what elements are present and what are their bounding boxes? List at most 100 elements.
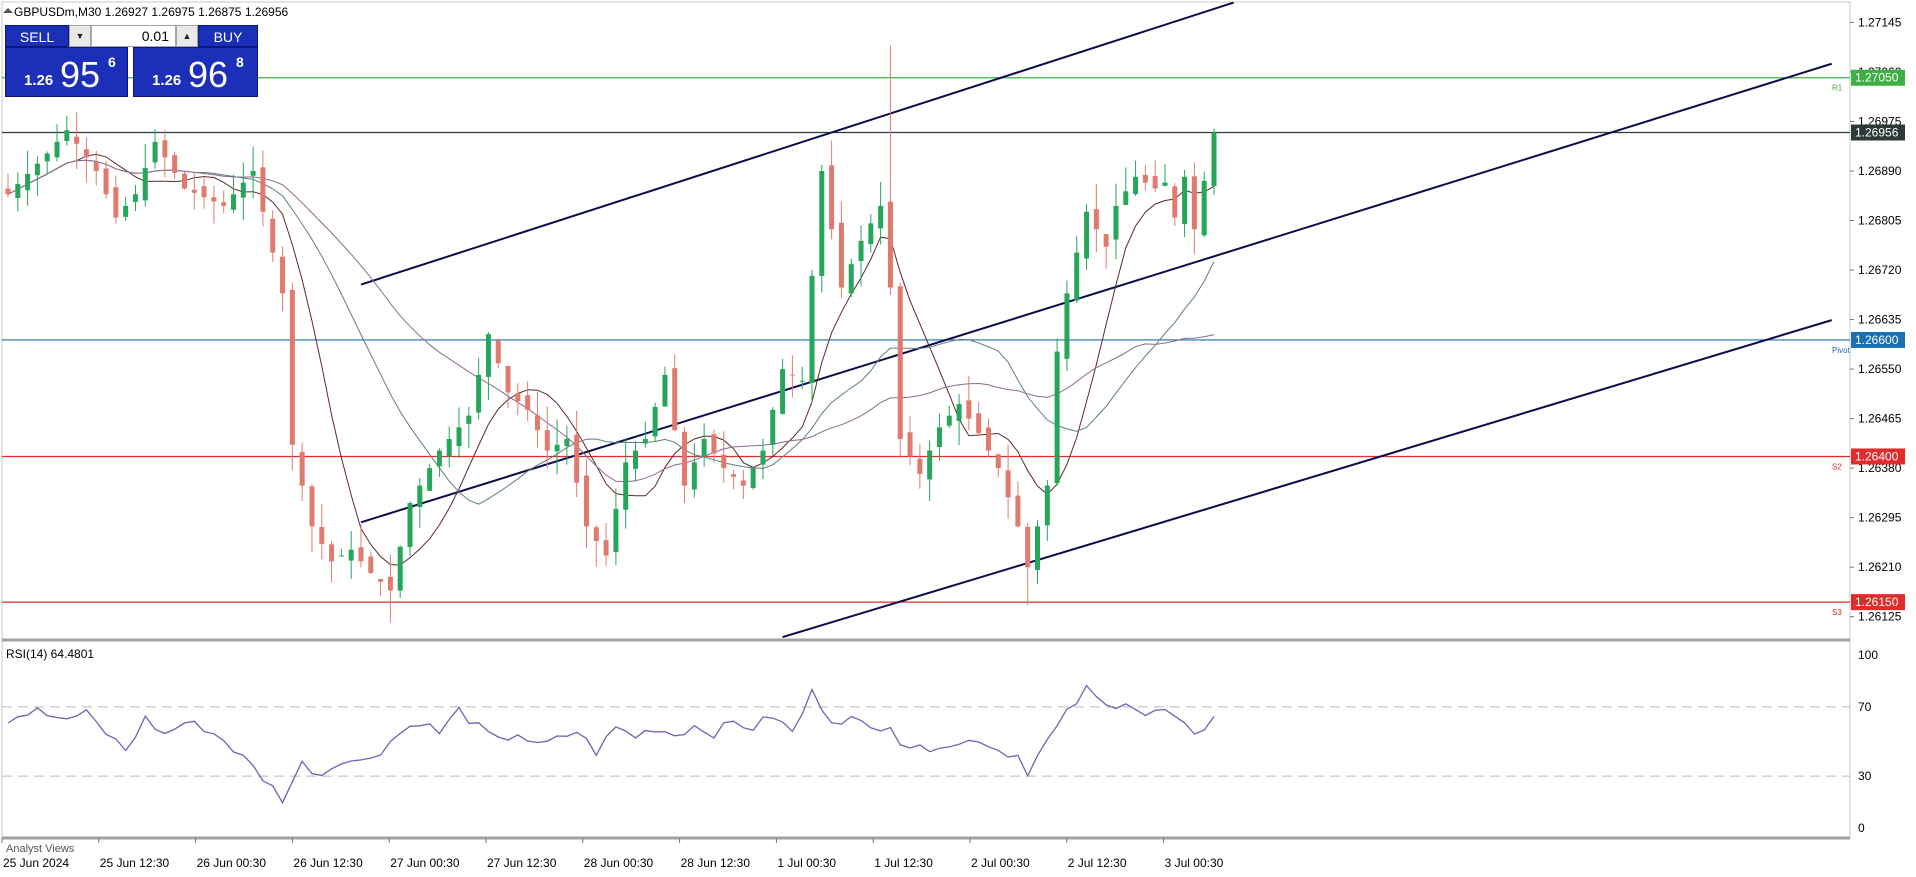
candle-body <box>995 454 1001 469</box>
buy-price-pip: 8 <box>236 54 244 70</box>
candle-body <box>1133 176 1139 195</box>
time-tick-label: 25 Jun 2024 <box>3 856 69 870</box>
candle-body <box>623 462 629 510</box>
price-tick-label: 1.26210 <box>1858 560 1902 574</box>
candle-body <box>221 202 227 206</box>
candle-body <box>1152 176 1158 189</box>
buy-button[interactable]: BUY <box>198 25 258 47</box>
candle-body <box>603 540 609 556</box>
candle-body <box>132 194 138 202</box>
candle-body <box>397 546 403 591</box>
candle-body <box>868 223 874 245</box>
candle-body <box>505 366 511 393</box>
candle-body <box>1005 470 1011 498</box>
candle-body <box>574 434 580 483</box>
time-tick-label: 26 Jun 00:30 <box>197 856 267 870</box>
level-name-s2: S2 <box>1832 462 1842 471</box>
candle-body <box>250 170 256 176</box>
sell-price-pip: 6 <box>108 54 116 70</box>
candle-body <box>711 434 717 454</box>
candle-body <box>789 374 795 376</box>
candle-body <box>1025 526 1031 568</box>
price-tick-label: 1.26550 <box>1858 362 1902 376</box>
trading-chart[interactable]: 1.271451.270601.269751.268901.268051.267… <box>0 0 1916 874</box>
caret-up-icon: ▲ <box>182 31 192 41</box>
candle-body <box>34 163 40 176</box>
candle-body <box>848 264 854 294</box>
candle-body <box>387 576 393 591</box>
candle-body <box>593 527 599 541</box>
candle-body <box>1172 186 1178 218</box>
level-price-s2: 1.26400 <box>1855 449 1899 463</box>
candle-body <box>1103 234 1109 247</box>
candle-body <box>1015 495 1021 527</box>
time-tick-label: 28 Jun 12:30 <box>681 856 751 870</box>
candle-body <box>5 188 11 195</box>
candle-body <box>682 431 688 486</box>
candle-body <box>1182 176 1188 225</box>
sell-button[interactable]: SELL <box>5 25 69 47</box>
candle-body <box>652 406 658 437</box>
candle-body <box>691 462 697 490</box>
candle-body <box>436 450 442 467</box>
candle-body <box>1054 351 1060 484</box>
analyst-views-tab[interactable]: Analyst Views <box>6 843 75 855</box>
candle-body <box>564 438 570 447</box>
level-name-pivot: Pivot <box>1832 346 1851 355</box>
candle-body <box>897 286 903 439</box>
rsi-tick-label: 0 <box>1858 821 1865 835</box>
buy-price-button[interactable]: 1.26 96 8 <box>133 47 258 97</box>
candle-body <box>309 486 315 527</box>
candle-body <box>1044 485 1050 526</box>
buy-price-prefix: 1.26 <box>152 72 182 89</box>
time-tick-label: 1 Jul 00:30 <box>777 856 836 870</box>
price-tick-label: 1.26805 <box>1858 213 1902 227</box>
candle-body <box>583 475 589 527</box>
candle-body <box>701 438 707 457</box>
candle-body <box>427 468 433 491</box>
candle-body <box>495 340 501 364</box>
candle-body <box>348 549 354 561</box>
price-tick-label: 1.26125 <box>1858 610 1902 624</box>
chart-svg[interactable]: 1.271451.270601.269751.268901.268051.267… <box>0 0 1916 874</box>
candle-body <box>211 197 217 202</box>
candle-body <box>181 173 187 189</box>
candle-body <box>113 187 119 218</box>
candle-body <box>123 205 129 217</box>
candle-body <box>485 334 491 377</box>
candle-body <box>1211 132 1217 187</box>
candle-body <box>1201 180 1207 236</box>
candle-body <box>93 161 99 171</box>
lot-decrease-button[interactable]: ▼ <box>69 25 91 47</box>
sell-price-button[interactable]: 1.26 95 6 <box>5 47 128 97</box>
candle-body <box>819 170 825 276</box>
level-name-s3: S3 <box>1832 608 1842 617</box>
candle-body <box>456 427 462 447</box>
candle-body <box>515 393 521 402</box>
candle-body <box>1162 182 1168 186</box>
candle-body <box>1035 526 1041 570</box>
lot-size-input[interactable] <box>91 25 176 47</box>
caret-down-icon: ▼ <box>75 31 85 41</box>
price-tick-label: 1.26720 <box>1858 263 1902 277</box>
candle-body <box>44 153 50 162</box>
candle-body <box>103 168 109 195</box>
time-tick-label: 27 Jun 12:30 <box>487 856 557 870</box>
candle-body <box>74 136 80 144</box>
candle-body <box>162 140 168 158</box>
candle-body <box>54 141 60 158</box>
candle-body <box>25 173 31 191</box>
candle-body <box>1142 174 1148 183</box>
candle-body <box>1093 209 1099 230</box>
rsi-tick-label: 70 <box>1858 700 1872 714</box>
time-tick-label: 1 Jul 12:30 <box>874 856 933 870</box>
candle-body <box>407 503 413 547</box>
level-price-pivot: 1.26600 <box>1855 333 1899 347</box>
candle-body <box>476 374 482 413</box>
candle-body <box>927 450 933 480</box>
sell-price-prefix: 1.26 <box>24 72 54 89</box>
candle-body <box>672 368 678 431</box>
candle-body <box>1113 205 1119 240</box>
lot-increase-button[interactable]: ▲ <box>176 25 198 47</box>
time-tick-label: 3 Jul 00:30 <box>1165 856 1224 870</box>
